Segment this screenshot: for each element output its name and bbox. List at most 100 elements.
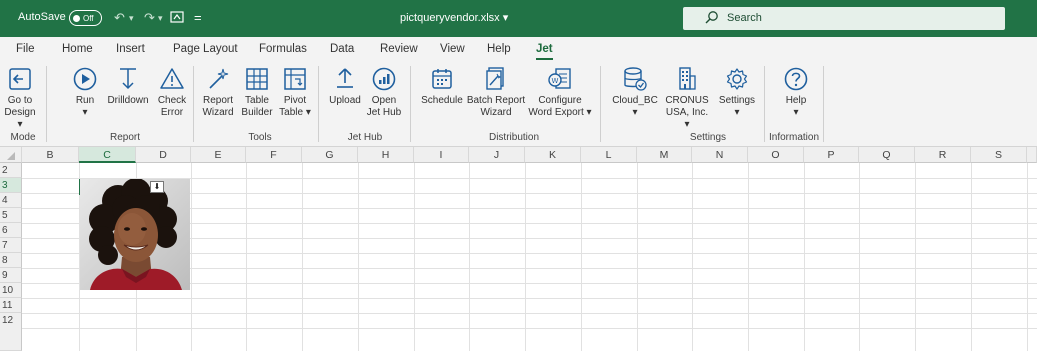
grid-line <box>581 163 582 351</box>
grid-line <box>692 163 693 351</box>
configure-word-export-button[interactable]: W Configure Word Export ▾ <box>528 66 592 119</box>
embedded-picture[interactable]: ⬇ <box>80 179 190 290</box>
help-button[interactable]: Help ▾ <box>778 66 814 119</box>
tab-formulas[interactable]: Formulas <box>259 43 307 55</box>
grid-line <box>22 298 1037 299</box>
run-button[interactable]: Run ▾ <box>68 66 102 119</box>
column-header-b[interactable]: B <box>22 147 79 163</box>
tab-file[interactable]: File <box>16 43 35 55</box>
column-header-c[interactable]: C <box>79 147 136 163</box>
column-header-f[interactable]: F <box>246 147 302 163</box>
run-icon <box>73 67 97 91</box>
column-header-k[interactable]: K <box>525 147 581 163</box>
picture-download-icon[interactable]: ⬇ <box>150 181 164 193</box>
column-header-s[interactable]: S <box>971 147 1027 163</box>
batch-report-icon <box>486 67 504 90</box>
column-header-m[interactable]: M <box>637 147 692 163</box>
batch-report-wizard-button[interactable]: Batch Report Wizard <box>466 66 526 119</box>
table-builder-button[interactable]: Table Builder <box>239 66 275 119</box>
gear-icon <box>726 68 748 90</box>
go-to-design-button[interactable]: Go to Design ▾ <box>2 66 38 131</box>
tab-home[interactable]: Home <box>62 43 93 55</box>
redo-icon[interactable]: ↷ <box>144 10 155 26</box>
column-header-i[interactable]: I <box>414 147 469 163</box>
group-separator <box>764 66 765 142</box>
schedule-button[interactable]: Schedule <box>418 66 466 107</box>
row-header-4[interactable]: 4 <box>0 193 22 208</box>
cloud-bc-button[interactable]: Cloud_BC ▾ <box>610 66 660 119</box>
autosave-toggle[interactable]: Off <box>69 10 102 26</box>
jet-hub-icon <box>372 67 396 91</box>
file-name[interactable]: pictqueryvendor.xlsx ▾ <box>400 11 508 24</box>
column-header-j[interactable]: J <box>469 147 525 163</box>
row-header-9[interactable]: 9 <box>0 268 22 283</box>
row-header-8[interactable]: 8 <box>0 253 22 268</box>
qat-more-icon[interactable]: = <box>194 10 202 26</box>
check-error-button[interactable]: Check Error <box>155 66 189 119</box>
tab-jet[interactable]: Jet <box>536 43 553 60</box>
cronus-company-button[interactable]: CRONUS USA, Inc. ▾ <box>662 66 712 131</box>
report-wizard-button[interactable]: Report Wizard <box>200 66 236 119</box>
svg-text:W: W <box>552 77 559 85</box>
group-label-settings: Settings <box>689 132 727 143</box>
tab-page-layout[interactable]: Page Layout <box>173 43 238 55</box>
tab-review[interactable]: Review <box>380 43 418 55</box>
column-header-d[interactable]: D <box>136 147 191 163</box>
help-icon <box>784 67 808 91</box>
drilldown-button[interactable]: Drilldown <box>105 66 151 107</box>
column-header-partial[interactable] <box>1027 147 1037 163</box>
row-header-6[interactable]: 6 <box>0 223 22 238</box>
column-header-n[interactable]: N <box>692 147 748 163</box>
customize-qat-icon[interactable] <box>170 10 184 28</box>
undo-dropdown-icon[interactable]: ▾ <box>129 10 134 26</box>
tab-help[interactable]: Help <box>487 43 511 55</box>
row-header-10[interactable]: 10 <box>0 283 22 298</box>
row-header-11[interactable]: 11 <box>0 298 22 313</box>
grid-line <box>358 163 359 351</box>
open-jet-hub-button[interactable]: Open Jet Hub <box>366 66 402 119</box>
group-label-jet-hub: Jet Hub <box>347 132 383 143</box>
grid-line <box>1027 163 1028 351</box>
row-header-5[interactable]: 5 <box>0 208 22 223</box>
undo-icon[interactable]: ↶ <box>114 10 125 26</box>
upload-icon <box>337 68 353 88</box>
column-header-h[interactable]: H <box>358 147 414 163</box>
column-header-l[interactable]: L <box>581 147 637 163</box>
tab-insert[interactable]: Insert <box>116 43 145 55</box>
select-all-corner[interactable] <box>0 147 22 163</box>
grid-line <box>748 163 749 351</box>
group-label-tools: Tools <box>248 132 272 143</box>
redo-dropdown-icon[interactable]: ▾ <box>158 10 163 26</box>
grid-line <box>414 163 415 351</box>
autosave-label: AutoSave <box>18 11 66 23</box>
column-header-r[interactable]: R <box>915 147 971 163</box>
column-header-e[interactable]: E <box>191 147 246 163</box>
row-header-7[interactable]: 7 <box>0 238 22 253</box>
grid-line <box>246 163 247 351</box>
search-box[interactable]: Search <box>683 7 1005 30</box>
group-label-report: Report <box>109 132 140 143</box>
column-header-p[interactable]: P <box>804 147 859 163</box>
grid-line <box>971 163 972 351</box>
tab-data[interactable]: Data <box>330 43 354 55</box>
group-separator <box>46 66 47 142</box>
row-header-3[interactable]: 3 <box>0 178 22 193</box>
drilldown-icon <box>120 68 136 90</box>
autosave-state: Off <box>83 13 94 23</box>
wand-icon <box>209 68 229 89</box>
column-header-g[interactable]: G <box>302 147 358 163</box>
settings-button[interactable]: Settings ▾ <box>716 66 758 119</box>
row-header-2[interactable]: 2 <box>0 163 22 178</box>
column-header-q[interactable]: Q <box>859 147 915 163</box>
column-header-o[interactable]: O <box>748 147 804 163</box>
menu-bar: File Home Insert Page Layout Formulas Da… <box>0 37 1037 62</box>
calendar-icon <box>432 69 452 89</box>
tab-view[interactable]: View <box>440 43 465 55</box>
grid-line <box>22 328 1037 329</box>
group-separator <box>823 66 824 142</box>
row-header-12[interactable]: 12 <box>0 313 22 351</box>
upload-button[interactable]: Upload <box>326 66 364 107</box>
pivot-table-button[interactable]: Pivot Table ▾ <box>277 66 313 119</box>
group-separator <box>193 66 194 142</box>
group-separator <box>318 66 319 142</box>
